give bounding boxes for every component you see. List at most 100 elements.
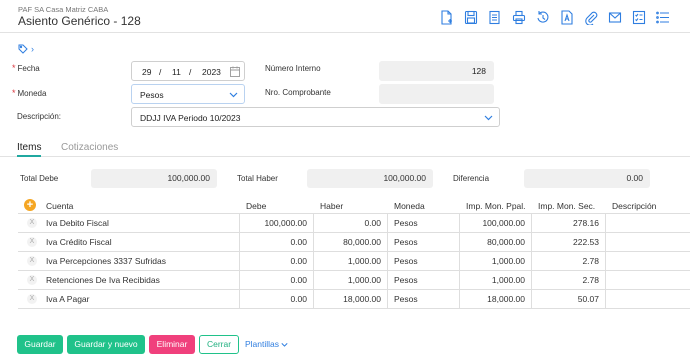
- cell-descripcion[interactable]: [605, 271, 690, 289]
- email-icon[interactable]: [608, 10, 623, 26]
- remove-row-button[interactable]: X: [27, 275, 37, 285]
- add-row-button[interactable]: +: [24, 199, 36, 211]
- cell-debe[interactable]: 0.00: [239, 290, 313, 308]
- cell-debe[interactable]: 100,000.00: [239, 214, 313, 232]
- cell-imp-ppal[interactable]: 1,000.00: [459, 252, 531, 270]
- eliminar-button[interactable]: Eliminar: [149, 335, 195, 354]
- remove-row-button[interactable]: X: [27, 256, 37, 266]
- table-row[interactable]: X Iva Crédito Fiscal 0.00 80,000.00 Pesos 80,…: [18, 233, 690, 252]
- grid-body: X Iva Debito Fiscal 100,000.00 0.00 Pesos 100…: [18, 214, 690, 309]
- col-header-haber: Haber: [320, 201, 344, 211]
- col-header-cuenta: Cuenta: [46, 201, 74, 211]
- date-separator: /: [159, 67, 162, 77]
- cell-imp-sec[interactable]: 278.16: [531, 214, 605, 232]
- chevron-right-icon: ›: [31, 44, 34, 54]
- cell-moneda[interactable]: Pesos: [387, 233, 459, 251]
- cell-haber[interactable]: 0.00: [313, 214, 387, 232]
- chevron-down-icon: [484, 115, 493, 121]
- col-header-descripcion: Descripción: [612, 201, 657, 211]
- cell-imp-ppal[interactable]: 1,000.00: [459, 271, 531, 289]
- checklist-icon[interactable]: [632, 10, 647, 26]
- total-haber-label: Total Haber: [237, 174, 278, 183]
- cell-imp-ppal[interactable]: 100,000.00: [459, 214, 531, 232]
- guardar-button[interactable]: Guardar: [17, 335, 63, 354]
- numero-interno-field: 128: [379, 61, 494, 81]
- tab-cotizaciones[interactable]: Cotizaciones: [61, 142, 118, 153]
- cell-imp-sec[interactable]: 2.78: [531, 271, 605, 289]
- chevron-down-icon: [229, 92, 238, 98]
- diferencia-label: Diferencia: [453, 174, 490, 183]
- tab-items[interactable]: Items: [17, 142, 42, 157]
- total-debe-label: Total Debe: [20, 174, 59, 183]
- cell-debe[interactable]: 0.00: [239, 271, 313, 289]
- cell-imp-sec[interactable]: 50.07: [531, 290, 605, 308]
- col-header-moneda: Moneda: [394, 201, 425, 211]
- cell-haber[interactable]: 1,000.00: [313, 252, 387, 270]
- guardar-y-nuevo-button[interactable]: Guardar y nuevo: [67, 335, 145, 354]
- calendar-icon[interactable]: [230, 66, 240, 77]
- history-icon[interactable]: [536, 10, 551, 26]
- cell-cuenta[interactable]: Iva A Pagar: [46, 290, 239, 308]
- cell-haber[interactable]: 1,000.00: [313, 271, 387, 289]
- page-title: Asiento Genérico - 128: [18, 14, 141, 28]
- cell-descripcion[interactable]: [605, 233, 690, 251]
- attach-icon[interactable]: [584, 10, 599, 26]
- plantillas-dropdown[interactable]: Plantillas: [245, 335, 295, 354]
- cerrar-button[interactable]: Cerrar: [199, 335, 239, 354]
- date-day: 29: [142, 67, 152, 77]
- cell-descripcion[interactable]: [605, 214, 690, 232]
- cell-imp-sec[interactable]: 222.53: [531, 233, 605, 251]
- cell-descripcion[interactable]: [605, 290, 690, 308]
- list-icon[interactable]: [656, 10, 671, 26]
- remove-row-button[interactable]: X: [27, 237, 37, 247]
- cell-imp-ppal[interactable]: 18,000.00: [459, 290, 531, 308]
- cell-haber[interactable]: 80,000.00: [313, 233, 387, 251]
- cell-cuenta[interactable]: Iva Crédito Fiscal: [46, 233, 239, 251]
- cell-debe[interactable]: 0.00: [239, 233, 313, 251]
- cell-descripcion[interactable]: [605, 252, 690, 270]
- remove-row-button[interactable]: X: [27, 294, 37, 304]
- cell-cuenta[interactable]: Iva Percepciones 3337 Sufridas: [46, 252, 239, 270]
- nro-comprobante-field[interactable]: [379, 84, 494, 104]
- col-header-imp-sec: Imp. Mon. Sec.: [538, 201, 596, 211]
- grid-header: + Cuenta Debe Haber Moneda Imp. Mon. Ppa…: [18, 198, 690, 214]
- descripcion-select[interactable]: DDJJ IVA Periodo 10/2023: [131, 107, 500, 127]
- total-debe-value: 100,000.00: [91, 169, 217, 188]
- cell-cuenta[interactable]: Iva Debito Fiscal: [46, 214, 239, 232]
- moneda-value: Pesos: [140, 90, 164, 100]
- copy-icon[interactable]: [488, 10, 503, 26]
- remove-row-button[interactable]: X: [27, 218, 37, 228]
- cell-moneda[interactable]: Pesos: [387, 271, 459, 289]
- cell-imp-ppal[interactable]: 80,000.00: [459, 233, 531, 251]
- pdf-icon[interactable]: [560, 10, 575, 26]
- page-header: PAF SA Casa Matriz CABA Asiento Genérico…: [0, 0, 690, 33]
- numero-interno-label: Número Interno: [265, 64, 321, 73]
- new-document-icon[interactable]: [440, 10, 455, 26]
- moneda-select[interactable]: Pesos: [131, 84, 245, 104]
- cell-debe[interactable]: 0.00: [239, 252, 313, 270]
- cell-imp-sec[interactable]: 2.78: [531, 252, 605, 270]
- table-row[interactable]: X Iva Percepciones 3337 Sufridas 0.00 1,000…: [18, 252, 690, 271]
- table-row[interactable]: X Retenciones De Iva Recibidas 0.00 1,000.0…: [18, 271, 690, 290]
- cell-moneda[interactable]: Pesos: [387, 252, 459, 270]
- col-header-debe: Debe: [246, 201, 267, 211]
- chevron-down-icon: [281, 343, 288, 348]
- fecha-label: * Fecha: [12, 63, 40, 73]
- print-icon[interactable]: [512, 10, 527, 26]
- date-year: 2023: [202, 67, 221, 77]
- descripcion-label: Descripción:: [17, 112, 62, 121]
- tags-toggle[interactable]: ›: [18, 44, 34, 54]
- table-row[interactable]: X Iva Debito Fiscal 100,000.00 0.00 Pesos 100…: [18, 214, 690, 233]
- tab-bar: Items Cotizaciones: [0, 140, 690, 157]
- cell-moneda[interactable]: Pesos: [387, 290, 459, 308]
- toolbar: [440, 10, 680, 26]
- descripcion-value: DDJJ IVA Periodo 10/2023: [140, 113, 241, 123]
- cell-haber[interactable]: 18,000.00: [313, 290, 387, 308]
- table-row[interactable]: X Iva A Pagar 0.00 18,000.00 Pesos 18,000.00 5…: [18, 290, 690, 309]
- date-separator: /: [189, 67, 192, 77]
- cell-cuenta[interactable]: Retenciones De Iva Recibidas: [46, 271, 239, 289]
- cell-moneda[interactable]: Pesos: [387, 214, 459, 232]
- company-name: PAF SA Casa Matriz CABA: [18, 5, 109, 14]
- fecha-date-field[interactable]: 29 / 11 / 2023: [131, 61, 245, 81]
- save-icon[interactable]: [464, 10, 479, 26]
